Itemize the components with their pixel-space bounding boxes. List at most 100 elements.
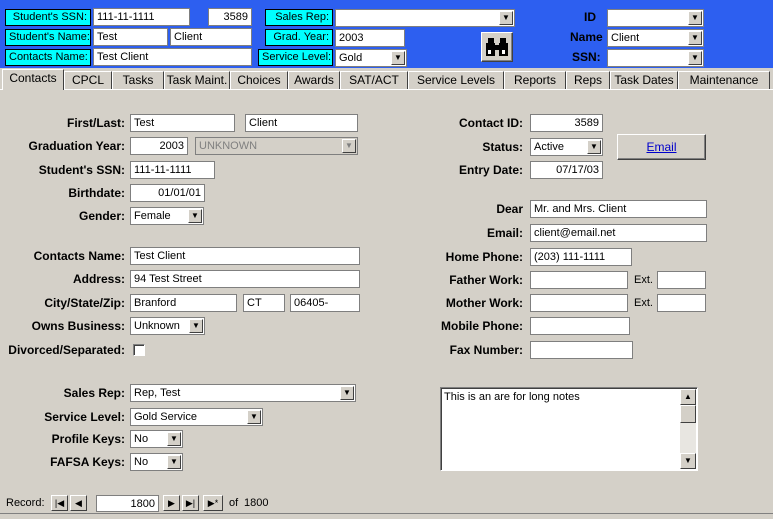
- sales-rep-label: Sales Rep:: [63, 386, 125, 400]
- find-button[interactable]: [481, 32, 513, 62]
- chevron-down-icon[interactable]: ▼: [688, 11, 702, 25]
- status-combo[interactable]: Active ▼: [530, 138, 603, 156]
- grad-year-field[interactable]: 2003: [130, 137, 188, 155]
- header-grad-year-field[interactable]: 2003: [335, 29, 405, 47]
- header-last-name[interactable]: Client: [170, 28, 252, 46]
- notes-text: This is an are for long notes: [444, 391, 580, 403]
- service-level-value: Gold Service: [134, 411, 197, 423]
- tab-awards[interactable]: Awards: [288, 71, 340, 89]
- contacts-name-field[interactable]: Test Client: [130, 247, 360, 265]
- header-id-label: ID: [584, 10, 596, 24]
- new-record-icon[interactable]: ▶*: [203, 495, 223, 511]
- mother-work-field[interactable]: [530, 294, 628, 312]
- address-label: Address:: [72, 272, 125, 286]
- chevron-down-icon[interactable]: ▼: [688, 51, 702, 65]
- header-id-number[interactable]: 3589: [208, 8, 252, 26]
- chevron-down-icon[interactable]: ▼: [247, 410, 261, 424]
- chevron-down-icon[interactable]: ▼: [391, 51, 405, 65]
- chevron-down-icon[interactable]: ▼: [189, 319, 203, 333]
- tab-service-levels[interactable]: Service Levels: [408, 71, 504, 89]
- contacts-name-label: Contacts Name:: [33, 249, 125, 263]
- tab-reps[interactable]: Reps: [566, 71, 610, 89]
- header-service-level-combo[interactable]: Gold ▼: [335, 49, 407, 67]
- profile-keys-combo[interactable]: No ▼: [130, 430, 183, 448]
- chevron-down-icon[interactable]: ▼: [499, 11, 513, 25]
- next-record-icon[interactable]: ▶: [163, 495, 180, 511]
- tab-choices[interactable]: Choices: [230, 71, 288, 89]
- header-ssn-combo[interactable]: ▼: [607, 49, 704, 67]
- chevron-down-icon[interactable]: ▼: [188, 209, 202, 223]
- tab-tasks[interactable]: Tasks: [112, 71, 164, 89]
- dear-label: Dear: [496, 202, 523, 216]
- tab-task-maint[interactable]: Task Maint.: [164, 71, 230, 89]
- home-phone-field[interactable]: (203) 111-1111: [530, 248, 632, 266]
- ssn-field[interactable]: 111-11-1111: [130, 161, 215, 179]
- record-label: Record:: [6, 497, 45, 509]
- owns-business-label: Owns Business:: [31, 319, 125, 333]
- chevron-down-icon[interactable]: ▼: [587, 140, 601, 154]
- dear-field[interactable]: Mr. and Mrs. Client: [530, 200, 707, 218]
- header-sales-rep-combo[interactable]: ▼: [335, 9, 515, 27]
- chevron-down-icon[interactable]: ▼: [167, 455, 181, 469]
- record-number-field[interactable]: 1800: [96, 495, 159, 512]
- header-first-name[interactable]: Test: [93, 28, 168, 46]
- chevron-down-icon: ▼: [342, 139, 356, 153]
- tab-maintenance[interactable]: Maintenance: [678, 71, 770, 89]
- email-field[interactable]: client@email.net: [530, 224, 707, 242]
- first-name-field[interactable]: Test: [130, 114, 235, 132]
- header-contacts-field[interactable]: Test Client: [93, 48, 252, 66]
- sales-rep-combo[interactable]: Rep, Test ▼: [130, 384, 356, 402]
- mother-ext-field[interactable]: [657, 294, 706, 312]
- email-button[interactable]: Email: [617, 134, 706, 160]
- birthdate-field[interactable]: 01/01/01: [130, 184, 205, 202]
- first-last-label: First/Last:: [66, 116, 125, 130]
- zip-field[interactable]: 06405-: [290, 294, 360, 312]
- tab-sat-act[interactable]: SAT/ACT: [340, 71, 408, 89]
- last-name-field[interactable]: Client: [245, 114, 358, 132]
- divorced-label: Divorced/Separated:: [8, 343, 125, 357]
- address-field[interactable]: 94 Test Street: [130, 270, 360, 288]
- mobile-phone-field[interactable]: [530, 317, 630, 335]
- header-service-level-label: Service Level:: [258, 49, 333, 66]
- state-field[interactable]: CT: [243, 294, 285, 312]
- previous-record-icon[interactable]: ◀: [70, 495, 87, 511]
- profile-keys-label: Profile Keys:: [51, 432, 125, 446]
- fafsa-keys-combo[interactable]: No ▼: [130, 453, 183, 471]
- chevron-down-icon[interactable]: ▼: [340, 386, 354, 400]
- record-navigation: Record: |◀ ◀ 1800 ▶ ▶| ▶* of 1800: [0, 494, 773, 513]
- header-name-combo[interactable]: Client ▼: [607, 29, 704, 47]
- entry-date-field[interactable]: 07/17/03: [530, 161, 603, 179]
- tab-contacts[interactable]: Contacts: [2, 69, 64, 90]
- contact-id-field[interactable]: 3589: [530, 114, 603, 132]
- chevron-down-icon[interactable]: ▼: [688, 31, 702, 45]
- header-ssn-field[interactable]: 111-11-1111: [93, 8, 190, 26]
- scroll-thumb[interactable]: [680, 405, 696, 423]
- father-work-field[interactable]: [530, 271, 628, 289]
- header-id-combo[interactable]: ▼: [607, 9, 704, 27]
- service-level-combo[interactable]: Gold Service ▼: [130, 408, 263, 426]
- gender-label: Gender:: [78, 209, 125, 223]
- status-bar: [0, 513, 773, 519]
- record-total: 1800: [244, 497, 269, 509]
- grad-status-value: UNKNOWN: [199, 140, 258, 152]
- notes-textarea[interactable]: This is an are for long notes ▲ ▼: [440, 387, 698, 471]
- tab-cpcl[interactable]: CPCL: [64, 71, 112, 89]
- tab-task-dates[interactable]: Task Dates: [610, 71, 678, 89]
- scroll-up-icon[interactable]: ▲: [680, 389, 696, 405]
- fax-number-label: Fax Number:: [449, 343, 523, 357]
- tab-reports[interactable]: Reports: [504, 71, 566, 89]
- birthdate-label: Birthdate:: [68, 186, 125, 200]
- header-contacts-label: Contacts Name:: [5, 49, 91, 66]
- father-ext-field[interactable]: [657, 271, 706, 289]
- first-record-icon[interactable]: |◀: [51, 495, 68, 511]
- last-record-icon[interactable]: ▶|: [182, 495, 199, 511]
- owns-business-combo[interactable]: Unknown ▼: [130, 317, 205, 335]
- divorced-checkbox[interactable]: [133, 344, 145, 356]
- fafsa-keys-value: No: [134, 456, 149, 468]
- chevron-down-icon[interactable]: ▼: [167, 432, 181, 446]
- fax-number-field[interactable]: [530, 341, 633, 359]
- notes-scrollbar[interactable]: ▲ ▼: [680, 389, 696, 469]
- gender-combo[interactable]: Female ▼: [130, 207, 204, 225]
- scroll-down-icon[interactable]: ▼: [680, 453, 696, 469]
- city-field[interactable]: Branford: [130, 294, 237, 312]
